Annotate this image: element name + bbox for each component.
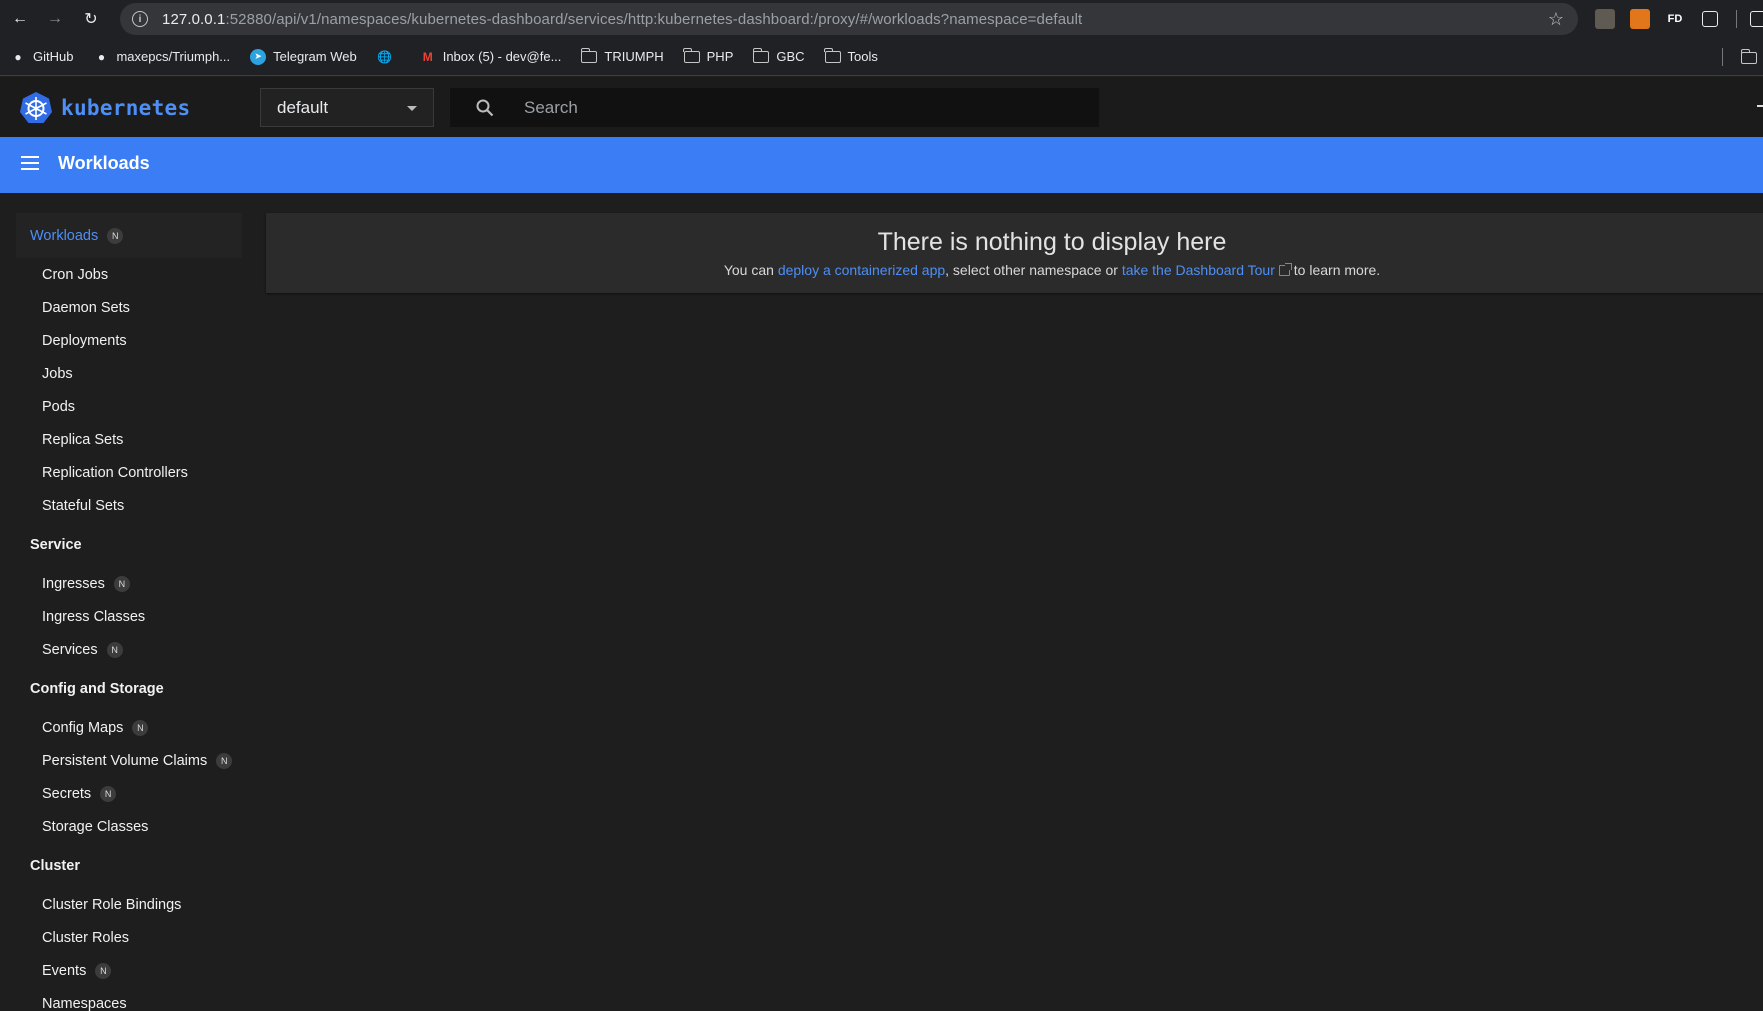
sidebar-item-services[interactable]: Services N — [42, 642, 123, 658]
sidebar-item-persistent-volume-claims[interactable]: Persistent Volume Claims N — [42, 753, 233, 769]
namespaced-badge: N — [106, 642, 123, 658]
bookmark-folder-php[interactable]: PHP — [683, 47, 733, 64]
sidebar-item-cluster-role-bindings[interactable]: Cluster Role Bindings — [42, 897, 181, 913]
folder-icon — [683, 47, 700, 63]
folder-icon — [752, 47, 770, 63]
chevron-down-icon — [407, 106, 417, 111]
sidebar-item-daemon-sets[interactable]: Daemon Sets — [42, 300, 130, 316]
forward-icon[interactable]: → — [44, 8, 66, 30]
sidebar-item-pods[interactable]: Pods — [42, 399, 75, 415]
sidebar-nav: Workloads N Cron Jobs Daemon Sets Deploym… — [0, 193, 248, 1011]
namespaced-badge: N — [216, 753, 233, 769]
namespaced-badge: N — [100, 786, 117, 802]
extension-fd-icon[interactable]: FD — [1665, 9, 1685, 29]
sidebar-item-namespaces[interactable]: Namespaces — [42, 996, 127, 1011]
bookmark-gmail[interactable]: M Inbox (5) - dev@fe... — [420, 49, 562, 65]
overflow-indicator — [1757, 105, 1763, 107]
brand-name: kubernetes — [61, 96, 191, 120]
sidebar-item-stateful-sets[interactable]: Stateful Sets — [42, 498, 124, 514]
back-icon[interactable]: ← — [9, 8, 31, 30]
sidebar-item-cron-jobs[interactable]: Cron Jobs — [42, 267, 108, 283]
deploy-app-link[interactable]: deploy a containerized app — [778, 262, 945, 278]
bookmark-telegram[interactable]: ➤ Telegram Web — [250, 48, 357, 65]
bookmarks-bar: ● GitHub ● maxepcs/Triumph... ➤ Telegram We… — [0, 38, 1763, 76]
browser-toolbar: ← → ↻ i 127.0.0.1:52880/api/v1/namespace… — [0, 0, 1763, 38]
metamask-fox-icon[interactable] — [1630, 9, 1650, 29]
bookmark-globe[interactable]: 🌐 — [377, 49, 400, 65]
bookmark-triumph-repo[interactable]: ● maxepcs/Triumph... — [93, 49, 230, 65]
namespace-select[interactable]: default — [260, 88, 434, 127]
empty-state-message: You can deploy a containerized app, sele… — [723, 262, 1381, 278]
reload-icon[interactable]: ↻ — [80, 8, 102, 30]
sidebar-section-workloads[interactable]: Workloads N — [30, 228, 124, 244]
page-title: Workloads — [58, 153, 150, 173]
kubernetes-wheel-icon — [20, 92, 52, 123]
search-icon — [476, 99, 494, 117]
sidebar-item-replication-controllers[interactable]: Replication Controllers — [42, 465, 188, 481]
site-info-icon[interactable]: i — [132, 11, 148, 27]
kubernetes-logo[interactable]: kubernetes — [19, 91, 190, 125]
side-panel-icon[interactable] — [1750, 11, 1763, 27]
bookmarks-separator — [1722, 48, 1723, 66]
folder-icon — [824, 47, 841, 63]
extension-1-icon[interactable] — [1595, 9, 1615, 29]
bookmark-folder-triumph[interactable]: TRIUMPH — [580, 47, 664, 64]
search-input[interactable]: Search — [524, 98, 578, 118]
folder-icon — [580, 47, 598, 63]
globe-icon: 🌐 — [377, 49, 393, 64]
sidebar-section-config-storage[interactable]: Config and Storage — [30, 681, 164, 697]
dashboard-tour-link[interactable]: take the Dashboard Tour — [1122, 262, 1275, 278]
extensions-puzzle-icon[interactable] — [1702, 11, 1718, 27]
bookmark-github[interactable]: ● GitHub — [10, 49, 73, 65]
sidebar-item-storage-classes[interactable]: Storage Classes — [42, 819, 148, 835]
sidebar-item-config-maps[interactable]: Config Maps N — [42, 720, 149, 736]
sidebar-section-service[interactable]: Service — [30, 537, 82, 553]
github-icon: ● — [97, 49, 106, 64]
empty-state-card: There is nothing to display here You can… — [266, 213, 1763, 293]
all-bookmarks-folder-icon[interactable] — [1740, 49, 1757, 64]
bookmark-star-icon[interactable]: ☆ — [1548, 9, 1564, 30]
sidebar-item-cluster-roles[interactable]: Cluster Roles — [42, 930, 129, 946]
sidebar-item-deployments[interactable]: Deployments — [42, 333, 127, 349]
namespaced-badge: N — [113, 576, 130, 592]
sidebar-item-ingress-classes[interactable]: Ingress Classes — [42, 609, 145, 625]
gmail-icon: M — [422, 49, 433, 64]
namespaced-badge: N — [95, 963, 112, 979]
app-header: kubernetes default Search — [0, 77, 1763, 137]
telegram-icon: ➤ — [250, 48, 267, 65]
page-toolbar: Workloads — [0, 137, 1763, 193]
external-link-icon[interactable] — [1278, 263, 1292, 276]
address-bar[interactable]: i 127.0.0.1:52880/api/v1/namespaces/kube… — [120, 3, 1578, 35]
namespaced-badge: N — [107, 228, 124, 244]
sidebar-item-secrets[interactable]: Secrets N — [42, 786, 117, 802]
sidebar-item-jobs[interactable]: Jobs — [42, 366, 73, 382]
sidebar-section-cluster[interactable]: Cluster — [30, 858, 80, 874]
bookmark-folder-gbc[interactable]: GBC — [752, 47, 805, 64]
sidebar-item-events[interactable]: Events N — [42, 963, 112, 979]
namespace-value: default — [277, 97, 329, 117]
sidebar-item-replica-sets[interactable]: Replica Sets — [42, 432, 123, 448]
url-text[interactable]: 127.0.0.1:52880/api/v1/namespaces/kubern… — [162, 11, 1082, 28]
github-icon: ● — [14, 49, 22, 64]
empty-state-heading: There is nothing to display here — [877, 228, 1227, 256]
namespaced-badge: N — [132, 720, 149, 736]
sidebar-item-ingresses[interactable]: Ingresses N — [42, 576, 130, 592]
toolbar-separator — [1736, 10, 1737, 28]
search-bar[interactable]: Search — [450, 88, 1099, 127]
menu-icon[interactable] — [21, 156, 39, 170]
bookmark-folder-tools[interactable]: Tools — [824, 47, 878, 64]
